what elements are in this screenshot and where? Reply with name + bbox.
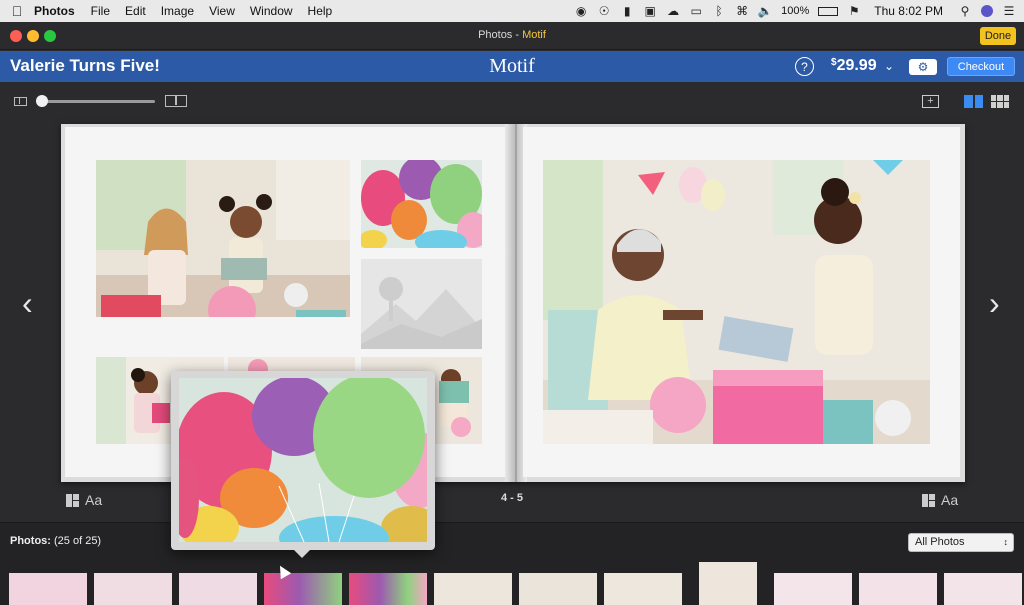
spread-view-icon[interactable] [964, 95, 983, 108]
menu-window[interactable]: Window [250, 4, 293, 18]
airplay-icon[interactable]: ▭ [689, 4, 703, 18]
apple-icon[interactable]:  [0, 3, 34, 19]
menu-file[interactable]: File [91, 4, 110, 18]
book-toolbar: + [0, 82, 1024, 120]
zoom-out-pages-icon[interactable] [14, 97, 27, 106]
photo-thumbnail[interactable] [434, 573, 512, 605]
menubar-clock[interactable]: Thu 8:02 PM [874, 4, 943, 18]
photo-thumbnail[interactable] [264, 573, 342, 605]
photo-thumbnail[interactable] [604, 573, 682, 605]
record-icon[interactable]: ◉ [574, 4, 588, 18]
menu-help[interactable]: Help [308, 4, 333, 18]
photos-filter-select[interactable]: All Photos ↕ [908, 533, 1014, 552]
wifi-icon[interactable]: ⌘ [735, 4, 749, 18]
chevron-updown-icon: ↕ [1003, 537, 1009, 547]
chevron-right-icon[interactable]: › [989, 285, 1000, 322]
volume-icon[interactable]: 🔈 [758, 4, 773, 18]
page-numbers: 4 - 5 [500, 492, 523, 504]
page-right[interactable] [523, 127, 960, 477]
checkout-button[interactable]: Checkout [947, 57, 1015, 76]
zoom-slider[interactable] [37, 100, 155, 103]
zoom-in-pages-icon[interactable] [165, 95, 187, 107]
shield-icon[interactable]: ▮ [620, 4, 634, 18]
layout-icon[interactable] [922, 493, 935, 507]
photos-window: { "menubar": { "app_name": "Photos", "it… [0, 0, 1024, 605]
photo-thumbnail[interactable] [179, 573, 257, 605]
title-bar: Photos - Motif Done [0, 22, 1024, 50]
photo-thumbnail[interactable] [774, 573, 852, 605]
photo-balloons-small[interactable] [361, 160, 482, 248]
menu-edit[interactable]: Edit [125, 4, 146, 18]
done-button[interactable]: Done [980, 27, 1016, 45]
window-title: Photos - Motif [478, 29, 546, 41]
chevron-down-icon[interactable]: ⌄ [884, 59, 894, 73]
photo-thumbnail[interactable] [94, 573, 172, 605]
add-page-icon[interactable]: + [922, 95, 939, 108]
chevron-left-icon[interactable]: ‹ [22, 285, 33, 322]
spotlight-icon[interactable]: ⚲ [958, 4, 972, 18]
price-display[interactable]: $29.99 [831, 57, 877, 75]
menu-photos[interactable]: Photos [34, 4, 75, 18]
zoom-slider-knob[interactable] [36, 95, 48, 107]
menu-view[interactable]: View [209, 4, 235, 18]
photo-girls-party[interactable] [96, 160, 350, 317]
layout-tool-right[interactable]: Aa [922, 492, 958, 508]
price-value: 29.99 [836, 57, 877, 74]
bluetooth-icon[interactable]: ᛒ [712, 4, 726, 18]
photo-placeholder[interactable] [361, 259, 482, 349]
flag-icon[interactable]: ⚑ [847, 4, 861, 18]
photo-thumbnail[interactable] [349, 573, 427, 605]
photo-thumbnail[interactable] [9, 573, 87, 605]
status-area: ◉ ☉ ▮ ▣ ☁ ▭ ᛒ ⌘ 🔈 100% ⚑ Thu 8:02 PM ⚲ ☰ [574, 0, 1016, 22]
user-icon[interactable] [981, 5, 993, 17]
photo-thumbnail[interactable] [859, 573, 937, 605]
gear-icon[interactable]: ⚙ [909, 59, 937, 75]
photos-count-label: Photos: (25 of 25) [10, 535, 102, 547]
popover-pointer [293, 549, 311, 558]
photo-preview-image [179, 378, 427, 542]
text-format-right[interactable]: Aa [941, 492, 958, 508]
battery-percent: 100% [781, 5, 810, 17]
photo-preview-popover [171, 371, 435, 550]
photo-thumbnail[interactable] [944, 573, 1022, 605]
battery-icon[interactable] [818, 6, 839, 16]
cloud-icon[interactable]: ☁ [666, 4, 680, 18]
menu-image[interactable]: Image [161, 4, 194, 18]
photo-thumbnail[interactable] [699, 562, 757, 605]
motif-header: Valerie Turns Five! Motif ? $29.99 ⌄ ⚙ C… [0, 51, 1024, 82]
photo-grandmother-gift[interactable] [543, 160, 930, 444]
cloud-sync-icon[interactable]: ☉ [597, 4, 611, 18]
menu-bar:  Photos File Edit Image View Window Hel… [0, 0, 1024, 22]
notification-center-icon[interactable]: ☰ [1002, 4, 1016, 18]
photo-thumbnail[interactable] [519, 573, 597, 605]
help-icon[interactable]: ? [795, 57, 814, 76]
display-icon[interactable]: ▣ [643, 4, 657, 18]
all-pages-view-icon[interactable] [991, 95, 1009, 108]
